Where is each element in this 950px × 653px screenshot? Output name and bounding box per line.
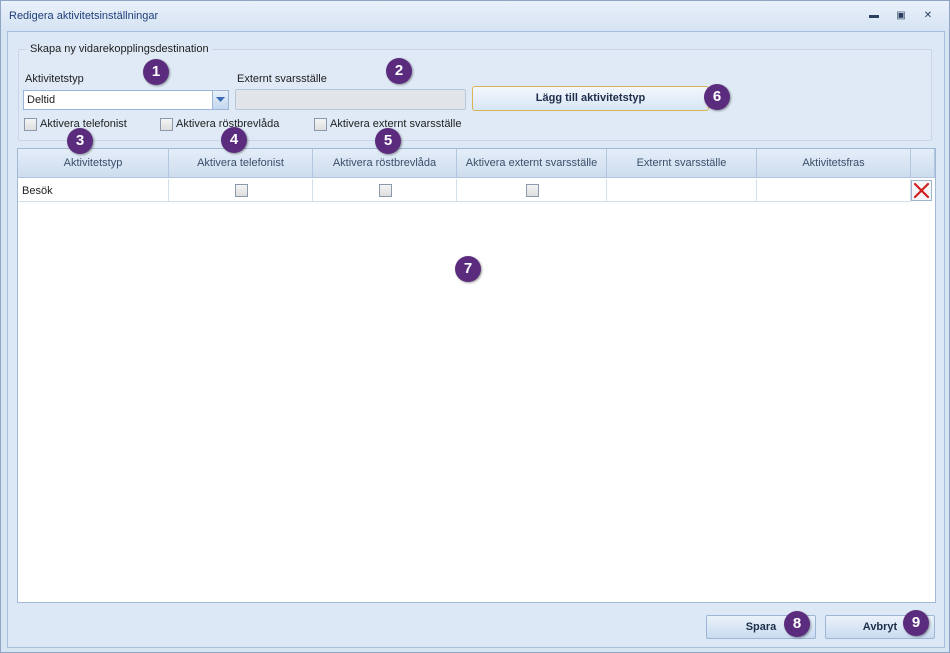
external-point-input[interactable] bbox=[235, 89, 466, 110]
dropdown-arrow-icon[interactable] bbox=[212, 91, 228, 109]
row-telephonist-checkbox[interactable] bbox=[235, 184, 248, 197]
activity-type-cell: Besök bbox=[22, 185, 53, 197]
add-activity-type-button[interactable]: Lägg till aktivitetstyp bbox=[472, 86, 709, 111]
callout-badge: 3 bbox=[67, 128, 93, 154]
table-cell[interactable] bbox=[457, 179, 607, 202]
delete-row-button[interactable] bbox=[911, 180, 932, 201]
group-legend: Skapa ny vidarekopplingsdestination bbox=[30, 43, 209, 55]
new-destination-group: Skapa ny vidarekopplingsdestination Akti… bbox=[18, 43, 932, 141]
column-header[interactable]: Aktivera externt svarsställe bbox=[457, 149, 607, 178]
activity-type-combobox[interactable]: Deltid bbox=[23, 90, 229, 110]
callout-badge: 2 bbox=[386, 58, 412, 84]
column-header[interactable]: Aktivitetsfras bbox=[757, 149, 911, 178]
callout-badge: 8 bbox=[784, 611, 810, 637]
callout-badge: 6 bbox=[704, 84, 730, 110]
external-point-label: Externt svarsställe bbox=[237, 73, 327, 85]
dialog-window: Redigera aktivitetsinställningar ▬ ▣ ✕ S… bbox=[0, 0, 950, 653]
table-cell[interactable]: Besök bbox=[18, 179, 169, 202]
callout-badge: 5 bbox=[375, 128, 401, 154]
minimize-icon[interactable]: ▬ bbox=[866, 9, 882, 23]
column-header[interactable]: Aktivitetstyp bbox=[18, 149, 169, 178]
column-header bbox=[911, 149, 935, 178]
window-title: Redigera aktivitetsinställningar bbox=[9, 10, 159, 22]
column-header[interactable]: Aktivera telefonist bbox=[169, 149, 313, 178]
column-header[interactable]: Externt svarsställe bbox=[607, 149, 757, 178]
table-cell[interactable] bbox=[607, 179, 757, 202]
callout-badge: 4 bbox=[221, 127, 247, 153]
dialog-body: Skapa ny vidarekopplingsdestination Akti… bbox=[7, 31, 945, 648]
table-cell[interactable] bbox=[169, 179, 313, 202]
delete-icon bbox=[913, 182, 930, 199]
callout-badge: 1 bbox=[143, 59, 169, 85]
callout-badge: 7 bbox=[455, 256, 481, 282]
row-voicemail-checkbox[interactable] bbox=[379, 184, 392, 197]
callout-badge: 9 bbox=[903, 610, 929, 636]
row-external-checkbox[interactable] bbox=[526, 184, 539, 197]
close-icon[interactable]: ✕ bbox=[920, 9, 936, 23]
table-cell[interactable] bbox=[757, 179, 911, 202]
activity-type-value: Deltid bbox=[27, 94, 56, 106]
table-cell[interactable] bbox=[313, 179, 457, 202]
enable-external-point-label: Aktivera externt svarsställe bbox=[330, 118, 462, 130]
maximize-icon[interactable]: ▣ bbox=[893, 9, 909, 23]
activity-table: Aktivitetstyp Aktivera telefonist Aktive… bbox=[17, 148, 936, 603]
enable-voicemail-checkbox[interactable] bbox=[160, 118, 173, 131]
enable-telephonist-checkbox[interactable] bbox=[24, 118, 37, 131]
title-bar[interactable]: Redigera aktivitetsinställningar ▬ ▣ ✕ bbox=[1, 1, 949, 31]
activity-type-label: Aktivitetstyp bbox=[25, 73, 84, 85]
enable-external-point-checkbox[interactable] bbox=[314, 118, 327, 131]
